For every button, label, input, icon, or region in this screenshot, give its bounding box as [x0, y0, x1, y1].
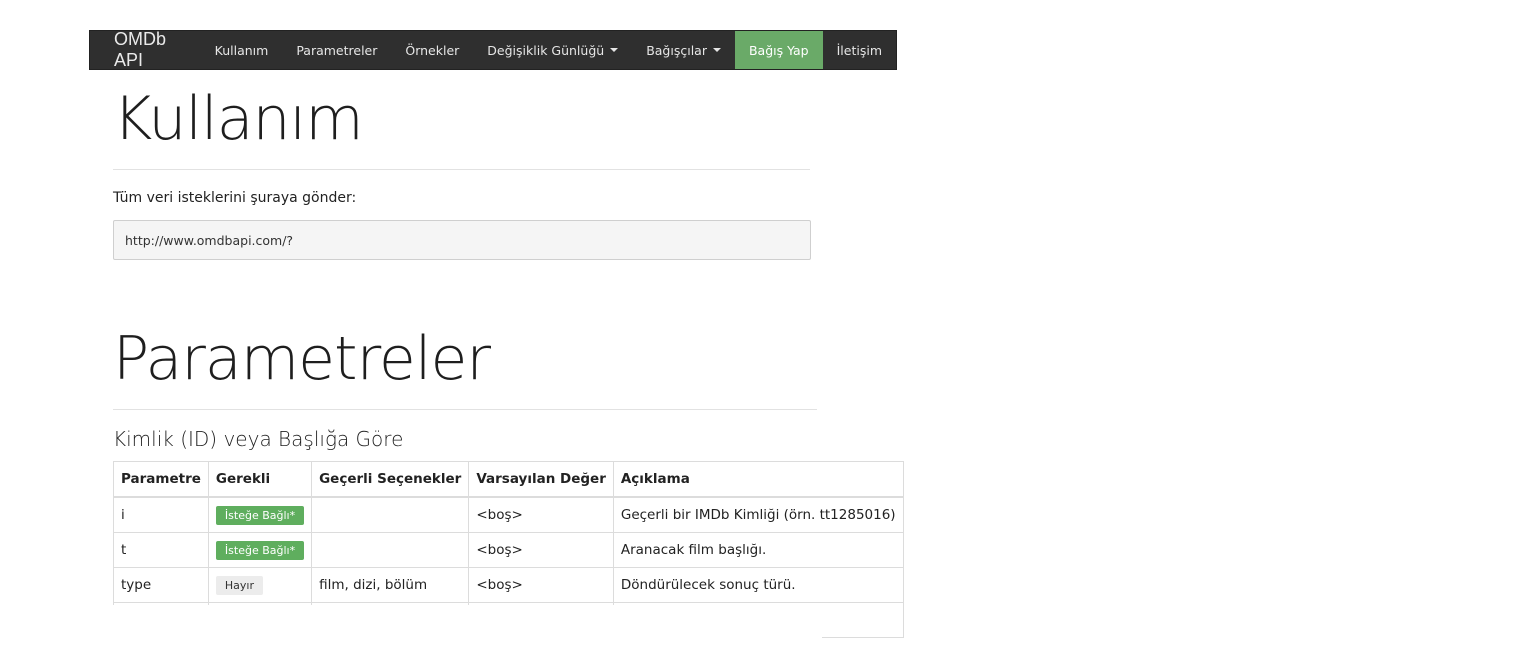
nav-item-label: Bağış Yap: [748, 42, 809, 58]
nav-item-parameters[interactable]: Parametreler: [282, 31, 391, 69]
required-badge: Hayır: [215, 575, 264, 595]
parameters-subheading: Kimlik (ID) veya Başlığa Göre: [113, 427, 404, 451]
table-row: t İsteğe Bağlı* <boş> Aranacak film başl…: [113, 532, 904, 568]
top-navbar: OMDb API Kullanım Parametreler Örnekler …: [89, 29, 897, 70]
usage-lead-text: Tüm veri isteklerini şuraya gönder:: [113, 190, 357, 206]
default-cell: <boş>: [468, 532, 614, 568]
nav-item-label: Örnekler: [405, 42, 460, 58]
nav-item-label: Parametreler: [296, 42, 378, 58]
caret-down-icon: [712, 48, 721, 52]
required-badge: İsteğe Bağlı*: [215, 505, 305, 525]
table-row: i İsteğe Bağlı* <boş> Geçerli bir IMDb K…: [113, 496, 904, 533]
caret-down-icon: [610, 48, 619, 52]
description-cell: Aranacak film başlığı.: [612, 532, 904, 568]
brand-link[interactable]: OMDb API: [90, 29, 201, 70]
nav-item-usage[interactable]: Kullanım: [201, 31, 283, 69]
nav-item-donate[interactable]: Bağış Yap: [734, 31, 823, 69]
section-divider: [113, 409, 817, 410]
nav-item-contact[interactable]: İletişim: [823, 31, 896, 69]
column-header: Parametre: [113, 461, 209, 498]
nav-item-label: İletişim: [836, 42, 882, 58]
nav-item-label: Değişiklik Günlüğü: [487, 42, 605, 58]
nav-item-examples[interactable]: Örnekler: [391, 31, 473, 69]
nav-item-label: Kullanım: [214, 42, 269, 58]
required-badge: İsteğe Bağlı*: [215, 540, 305, 560]
required-cell: İsteğe Bağlı*: [207, 496, 313, 533]
options-cell: [311, 496, 470, 533]
options-cell: film, dizi, bölüm: [311, 567, 470, 603]
default-cell: <boş>: [468, 496, 614, 533]
column-header: Varsayılan Değer: [468, 461, 614, 498]
param-name-cell: i: [113, 496, 209, 533]
column-header: Geçerli Seçenekler: [311, 461, 470, 498]
parameters-heading: Parametreler: [113, 324, 491, 394]
options-cell: [311, 532, 470, 568]
param-name-cell: t: [113, 532, 209, 568]
section-divider: [113, 169, 810, 170]
usage-heading: Kullanım: [113, 84, 364, 154]
column-header: Açıklama: [612, 461, 904, 498]
required-cell: Hayır: [207, 567, 313, 603]
nav-item-donors[interactable]: Bağışçılar: [632, 31, 735, 69]
default-cell: <boş>: [468, 567, 614, 603]
description-cell: Geçerli bir IMDb Kimliği (örn. tt1285016…: [612, 496, 904, 533]
param-name-cell: type: [113, 567, 209, 603]
description-cell: Döndürülecek sonuç türü.: [612, 567, 904, 603]
column-header: Gerekli: [207, 461, 313, 498]
nav-item-changelog[interactable]: Değişiklik Günlüğü: [473, 31, 632, 69]
nav-item-label: Bağışçılar: [646, 42, 707, 58]
viewport-clip: [110, 605, 822, 672]
api-url-box[interactable]: http://www.omdbapi.com/?: [113, 220, 811, 260]
table-row: type Hayır film, dizi, bölüm <boş> Döndü…: [113, 567, 904, 603]
required-cell: İsteğe Bağlı*: [207, 532, 313, 568]
table-header-row: Parametre Gerekli Geçerli Seçenekler Var…: [113, 461, 904, 498]
